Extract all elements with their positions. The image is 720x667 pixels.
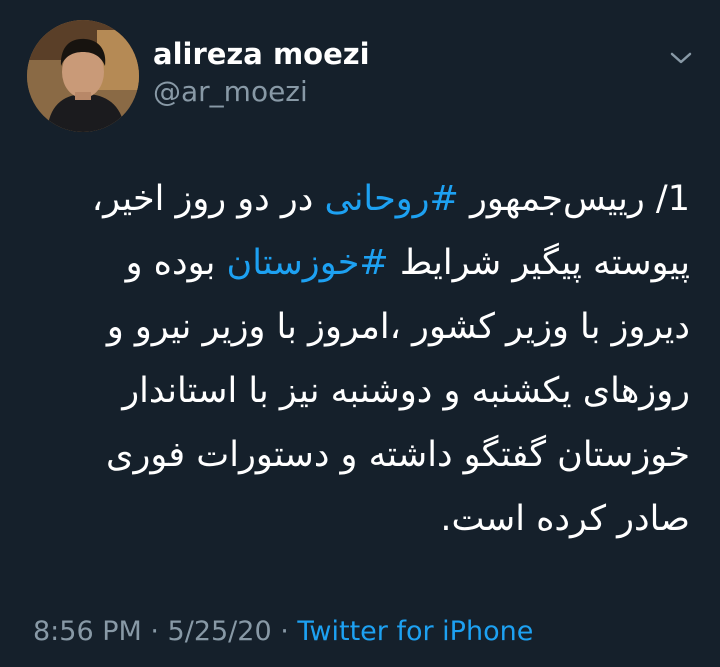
display-name[interactable]: alireza moezi [153,36,370,72]
separator: · [271,616,298,647]
user-handle[interactable]: @ar_moezi [153,74,308,110]
tweet-line: 1/ رییس‌جمهور #روحانی در دو روز اخیر، [91,179,690,219]
tweet-line: پیوسته پیگیر شرایط #خوزستان بوده و [125,243,690,283]
source-link[interactable]: Twitter for iPhone [297,616,533,647]
tweet-line: دیروز با وزیر کشور ،امروز با وزیر نیرو و [106,307,690,347]
hashtag-link[interactable]: #روحانی [325,179,459,219]
tweet-line: روزهای یکشنبه و دوشنبه نیز با استاندار [122,371,690,411]
separator: · [141,616,168,647]
avatar-photo [27,20,139,132]
tweet-date[interactable]: 5/25/20 [168,616,272,647]
hashtag-link[interactable]: #خوزستان [227,243,389,283]
tweet-meta: 8:56 PM · 5/25/20 · Twitter for iPhone [33,614,533,650]
tweet-line: صادر کرده است. [440,499,690,539]
chevron-down-icon[interactable] [668,48,694,68]
tweet-line: خوزستان گفتگو داشته و دستورات فوری [106,435,690,475]
tweet-time[interactable]: 8:56 PM [33,616,142,647]
tweet-text: 1/ رییس‌جمهور #روحانی در دو روز اخیر، پی… [40,167,690,551]
avatar[interactable] [27,20,139,132]
